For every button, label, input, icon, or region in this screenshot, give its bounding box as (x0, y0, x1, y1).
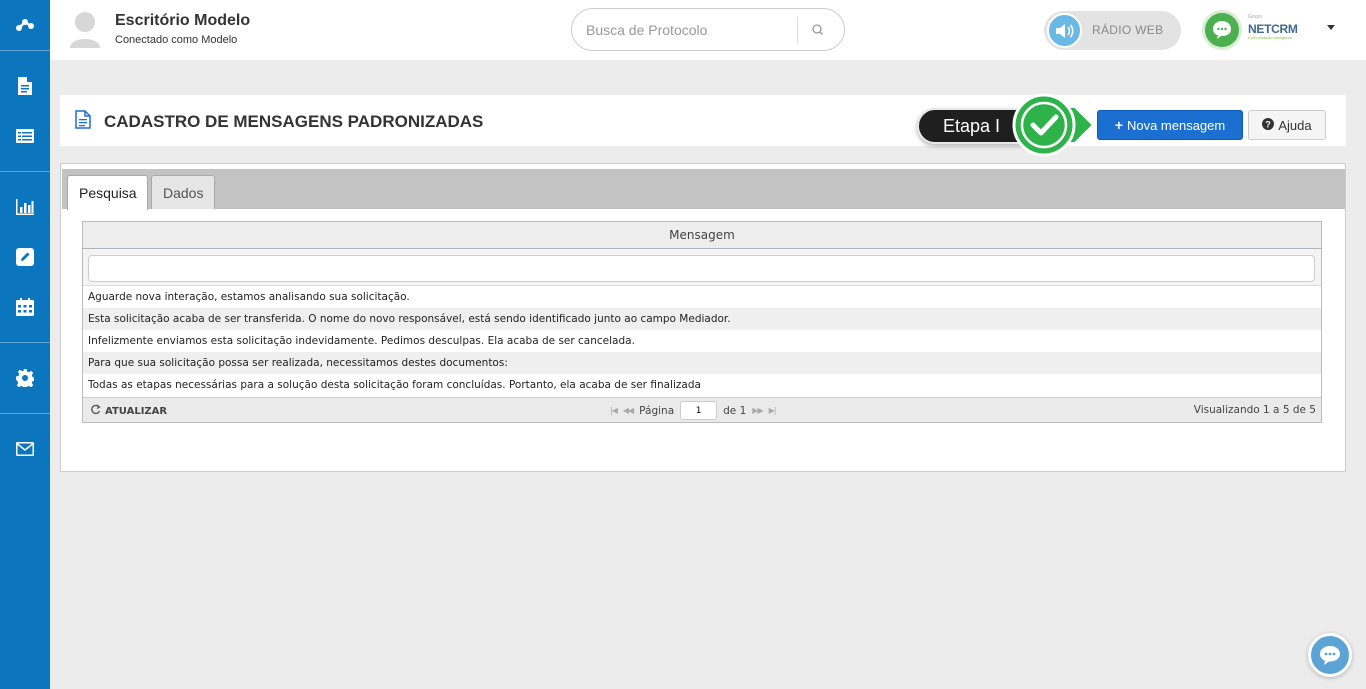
help-label: Ajuda (1278, 117, 1312, 133)
page-title-bar: CADASTRO DE MENSAGENS PADRONIZADAS Etapa… (60, 93, 1346, 157)
search-icon[interactable] (809, 21, 827, 39)
list-icon[interactable] (0, 111, 50, 161)
grid-footer: ATUALIZAR |◀ ◀◀ Página de 1 ▶▶ ▶| Visual… (83, 397, 1321, 422)
tab-pesquisa[interactable]: Pesquisa (67, 175, 148, 210)
speaker-icon (1047, 13, 1082, 48)
tab-bar: Pesquisa Dados (62, 169, 1345, 210)
question-icon: ? (1262, 117, 1275, 133)
refresh-button[interactable]: ATUALIZAR (90, 404, 167, 418)
protocol-search (571, 8, 845, 51)
pager: |◀ ◀◀ Página de 1 ▶▶ ▶| (610, 401, 777, 420)
first-page-icon[interactable]: |◀ (610, 406, 618, 415)
svg-text:?: ? (1266, 119, 1272, 129)
filter-row (83, 249, 1321, 286)
table-row[interactable]: Infelizmente enviamos esta solicitação i… (83, 330, 1321, 352)
prev-page-icon[interactable]: ◀◀ (623, 406, 634, 415)
viewing-count: Visualizando 1 a 5 de 5 (1193, 404, 1316, 416)
chat-icon[interactable] (1308, 633, 1352, 677)
gear-icon[interactable] (0, 353, 50, 403)
filter-input[interactable] (88, 255, 1315, 282)
table-row[interactable]: Todas as etapas necessárias para a soluç… (83, 374, 1321, 396)
logo-icon[interactable] (0, 0, 50, 50)
company-name: Escritório Modelo (115, 12, 251, 29)
step-label: Etapa I (943, 116, 1001, 136)
refresh-icon (90, 404, 101, 418)
radio-web-label: RÁDIO WEB (1092, 23, 1164, 37)
edit-icon[interactable] (0, 232, 50, 282)
sidebar (0, 0, 50, 689)
chevron-down-icon[interactable] (1327, 25, 1335, 30)
calendar-icon[interactable] (0, 282, 50, 332)
help-button[interactable]: ? Ajuda (1248, 110, 1326, 140)
refresh-label: ATUALIZAR (105, 405, 168, 417)
plus-icon: + (1114, 117, 1123, 133)
document-icon[interactable] (0, 61, 50, 111)
column-header-mensagem[interactable]: Mensagem (83, 222, 1321, 249)
radio-web-button[interactable]: RÁDIO WEB (1044, 11, 1181, 50)
table-row[interactable]: Para que sua solicitação possa ser reali… (83, 352, 1321, 374)
mail-icon[interactable] (0, 424, 50, 474)
next-page-icon[interactable]: ▶▶ (752, 406, 763, 415)
new-message-label: Nova mensagem (1126, 117, 1226, 133)
page-of: de 1 (723, 404, 747, 417)
page-number-input[interactable] (680, 401, 718, 420)
document-icon (75, 110, 91, 129)
table-row[interactable]: Aguarde nova interação, estamos analisan… (83, 286, 1321, 308)
search-input[interactable] (586, 19, 786, 41)
connected-as: Conectado como Modelo (115, 34, 238, 46)
page-label: Página (639, 404, 675, 417)
brand-name: NETCRM (1248, 22, 1298, 36)
chat-bubble-icon[interactable] (1202, 10, 1242, 50)
check-icon (1009, 93, 1099, 157)
chart-icon[interactable] (0, 182, 50, 232)
tab-dados[interactable]: Dados (151, 175, 215, 209)
messages-grid: Mensagem Aguarde nova interação, estamos… (82, 221, 1322, 423)
brand-tagline: Comunicação inteligente (1248, 35, 1292, 40)
top-header: Escritório Modelo Conectado como Modelo … (50, 0, 1366, 60)
brand-group: Grupo (1248, 14, 1262, 20)
table-row[interactable]: Esta solicitação acaba de ser transferid… (83, 308, 1321, 330)
last-page-icon[interactable]: ▶| (769, 406, 777, 415)
avatar[interactable] (68, 10, 102, 48)
page-title: CADASTRO DE MENSAGENS PADRONIZADAS (104, 112, 484, 131)
content-panel: Pesquisa Dados Mensagem Aguarde nova int… (60, 163, 1346, 472)
new-message-button[interactable]: + Nova mensagem (1097, 110, 1243, 140)
